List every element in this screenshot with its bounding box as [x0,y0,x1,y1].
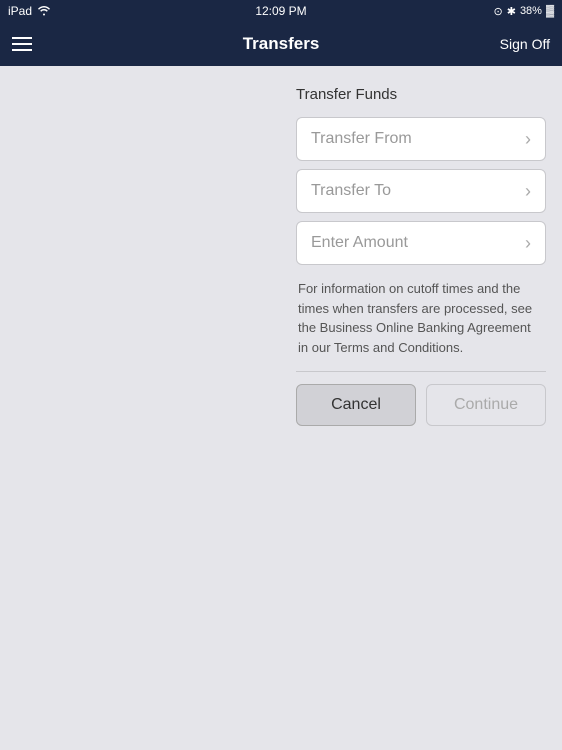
section-title: Transfer Funds [296,86,546,103]
screen-icon: ⊙ [494,5,503,18]
content-area: Transfer Funds Transfer From › Transfer … [280,66,562,750]
continue-button: Continue [426,384,546,426]
nav-title: Transfers [243,34,320,54]
transfer-from-chevron-icon: › [525,129,531,150]
transfer-to-label: Transfer To [311,182,391,200]
hamburger-icon[interactable] [12,37,32,51]
battery-icon: ▓ [546,5,554,17]
transfer-to-row[interactable]: Transfer To › [296,169,546,213]
main-layout: Transfer Funds Transfer From › Transfer … [0,66,562,750]
battery-level: 38% [520,5,542,17]
menu-button[interactable] [12,37,32,51]
divider [296,371,546,372]
bluetooth-icon: ✱ [507,5,516,18]
enter-amount-row[interactable]: Enter Amount › [296,221,546,265]
transfer-to-chevron-icon: › [525,181,531,202]
carrier-label: iPad [8,4,32,18]
enter-amount-chevron-icon: › [525,233,531,254]
status-left: iPad [8,4,51,19]
transfer-from-row[interactable]: Transfer From › [296,117,546,161]
cancel-button[interactable]: Cancel [296,384,416,426]
transfer-from-label: Transfer From [311,130,412,148]
sidebar-area [0,66,280,750]
sign-off-button[interactable]: Sign Off [500,36,550,52]
status-right: ⊙ ✱ 38% ▓ [494,5,555,18]
info-text: For information on cutoff times and the … [296,279,546,357]
wifi-icon [37,4,51,19]
time-display: 12:09 PM [255,4,306,18]
status-bar: iPad 12:09 PM ⊙ ✱ 38% ▓ [0,0,562,22]
enter-amount-label: Enter Amount [311,234,408,252]
nav-bar: Transfers Sign Off [0,22,562,66]
buttons-row: Cancel Continue [296,384,546,426]
